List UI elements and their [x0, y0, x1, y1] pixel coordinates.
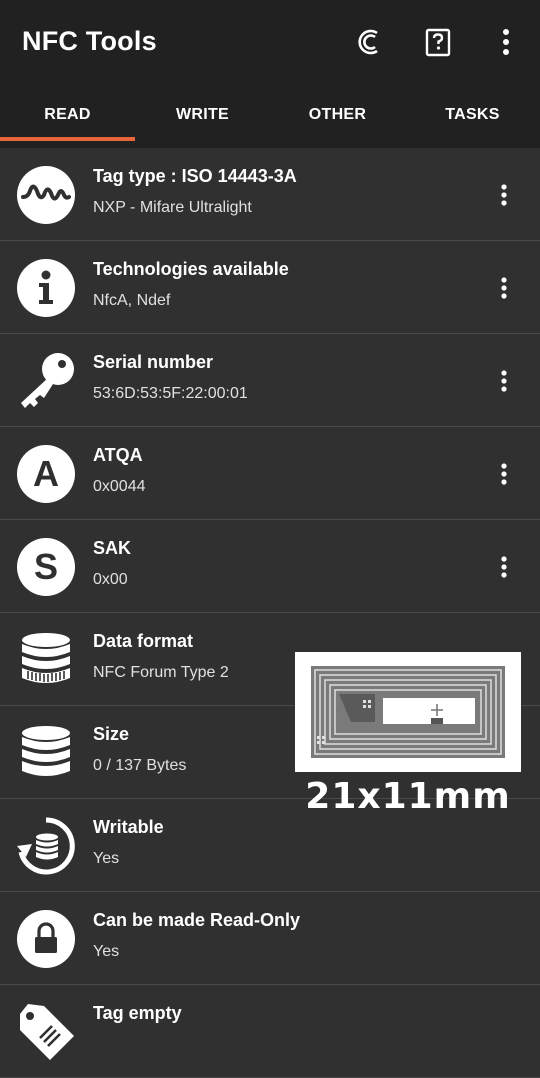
tag-info-list: Tag type : ISO 14443-3A NXP - Mifare Ult… [0, 148, 540, 1078]
item-value: Yes [93, 850, 120, 867]
info-icon [17, 259, 75, 317]
letter-a-icon: A [17, 445, 75, 503]
item-label: Tag type : ISO 14443-3A [93, 166, 297, 186]
database-icon [22, 726, 70, 776]
overflow-menu-icon [501, 556, 507, 578]
overflow-menu-icon [501, 370, 507, 392]
overflow-menu-icon [501, 184, 507, 206]
credit-icon [358, 29, 378, 55]
item-value: 53:6D:53:5F:22:00:01 [93, 385, 248, 402]
credit-button[interactable] [350, 22, 390, 62]
app-title: NFC Tools [22, 26, 157, 56]
item-menu-button[interactable] [488, 181, 520, 209]
item-menu-button[interactable] [488, 460, 520, 488]
svg-text:A: A [33, 453, 59, 494]
tab-other[interactable]: OTHER [270, 86, 405, 144]
item-value: Yes [93, 943, 120, 960]
help-icon [425, 28, 451, 57]
list-item-technologies[interactable]: Technologies available NfcA, Ndef [0, 241, 540, 334]
tab-read[interactable]: READ [0, 86, 135, 144]
wave-icon [17, 166, 75, 224]
item-menu-button[interactable] [488, 367, 520, 395]
list-item-read-only[interactable]: Can be made Read-Only Yes [0, 892, 540, 985]
tab-tasks[interactable]: TASKS [405, 86, 540, 144]
tab-indicator [0, 137, 135, 141]
item-label: Size [93, 724, 130, 744]
item-label: Technologies available [93, 259, 289, 279]
letter-s-icon: S [17, 538, 75, 596]
lock-icon [17, 910, 75, 968]
refresh-database-icon [17, 817, 75, 875]
overlay-caption: 21x11mm [305, 776, 511, 817]
tab-bar: READ WRITE OTHER TASKS [0, 86, 540, 144]
nfc-antenna-photo [295, 652, 521, 772]
tag-icon [20, 1004, 74, 1060]
list-item-tag-empty[interactable]: Tag empty [0, 985, 540, 1078]
list-item-tag-type[interactable]: Tag type : ISO 14443-3A NXP - Mifare Ult… [0, 148, 540, 241]
item-label: ATQA [93, 445, 143, 465]
item-value: NFC Forum Type 2 [93, 664, 229, 681]
item-value: 0x00 [93, 571, 128, 588]
item-value: NfcA, Ndef [93, 292, 171, 309]
overflow-menu-button[interactable] [486, 22, 526, 62]
item-label: Tag empty [93, 1003, 182, 1023]
item-label: Data format [93, 631, 194, 651]
nfc-antenna-drawing [295, 652, 521, 772]
list-item-atqa[interactable]: A ATQA 0x0044 [0, 427, 540, 520]
help-button[interactable] [418, 22, 458, 62]
list-item-sak[interactable]: S SAK 0x00 [0, 520, 540, 613]
key-icon [21, 353, 74, 408]
svg-text:S: S [34, 546, 58, 587]
item-value: NXP - Mifare Ultralight [93, 199, 252, 216]
tab-write[interactable]: WRITE [135, 86, 270, 144]
item-value: 0 / 137 Bytes [93, 757, 187, 774]
item-menu-button[interactable] [488, 553, 520, 581]
overflow-menu-icon [501, 277, 507, 299]
list-item-serial-number[interactable]: Serial number 53:6D:53:5F:22:00:01 [0, 334, 540, 427]
overflow-menu-icon [501, 463, 507, 485]
database-icon [22, 633, 70, 683]
overflow-menu-icon [503, 29, 509, 55]
item-label: SAK [93, 538, 132, 558]
item-value: 0x0044 [93, 478, 146, 495]
item-label: Can be made Read-Only [93, 910, 301, 930]
item-label: Serial number [93, 352, 214, 372]
app-bar: NFC Tools READ WRITE OTHER TASKS [0, 0, 540, 148]
item-label: Writable [93, 817, 164, 837]
item-menu-button[interactable] [488, 274, 520, 302]
